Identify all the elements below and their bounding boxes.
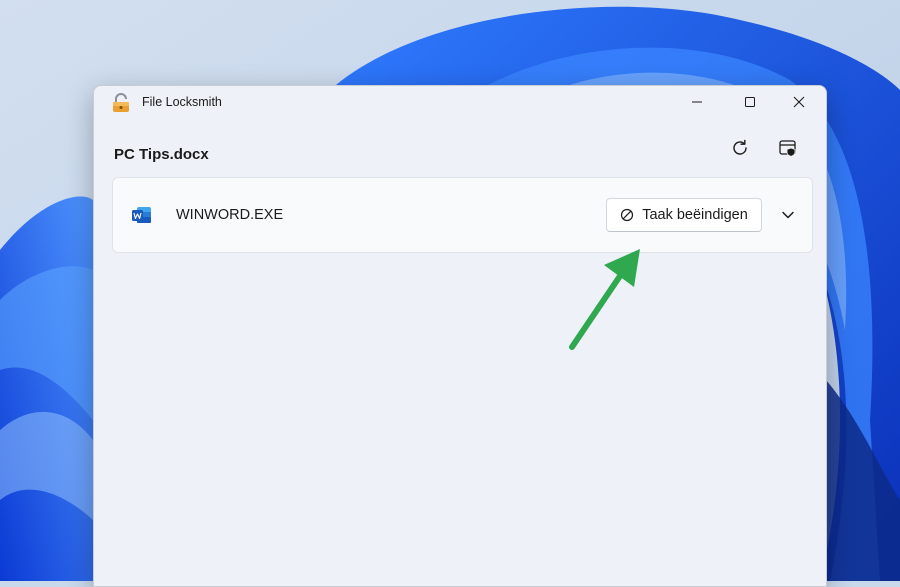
maximize-button[interactable] [727, 86, 773, 118]
admin-restart-icon [779, 140, 796, 157]
word-icon [132, 207, 151, 223]
maximize-icon [745, 97, 755, 107]
refresh-button[interactable] [724, 132, 756, 164]
minimize-button[interactable] [674, 86, 720, 118]
locked-file-name: PC Tips.docx [114, 146, 209, 163]
refresh-icon [733, 139, 747, 155]
close-button[interactable] [776, 86, 822, 118]
end-task-label: Taak beëindigen [642, 207, 748, 223]
annotation-arrow-icon [569, 249, 640, 350]
close-icon [793, 96, 805, 108]
chevron-down-icon [782, 211, 794, 219]
expand-process-button[interactable] [772, 199, 804, 231]
minimize-icon [692, 101, 702, 103]
padlock-open-icon [113, 93, 129, 112]
process-row: WINWORD.EXE Taak beëindigen [112, 177, 813, 253]
process-name: WINWORD.EXE [176, 207, 284, 223]
file-locksmith-window: File Locksmith PC Tips.docx WINWORD.EXE … [93, 85, 827, 587]
block-icon [621, 208, 634, 222]
end-task-button[interactable]: Taak beëindigen [606, 198, 762, 232]
window-title: File Locksmith [142, 95, 222, 109]
restart-as-admin-button[interactable] [772, 132, 804, 164]
title-bar[interactable]: File Locksmith [94, 86, 826, 120]
